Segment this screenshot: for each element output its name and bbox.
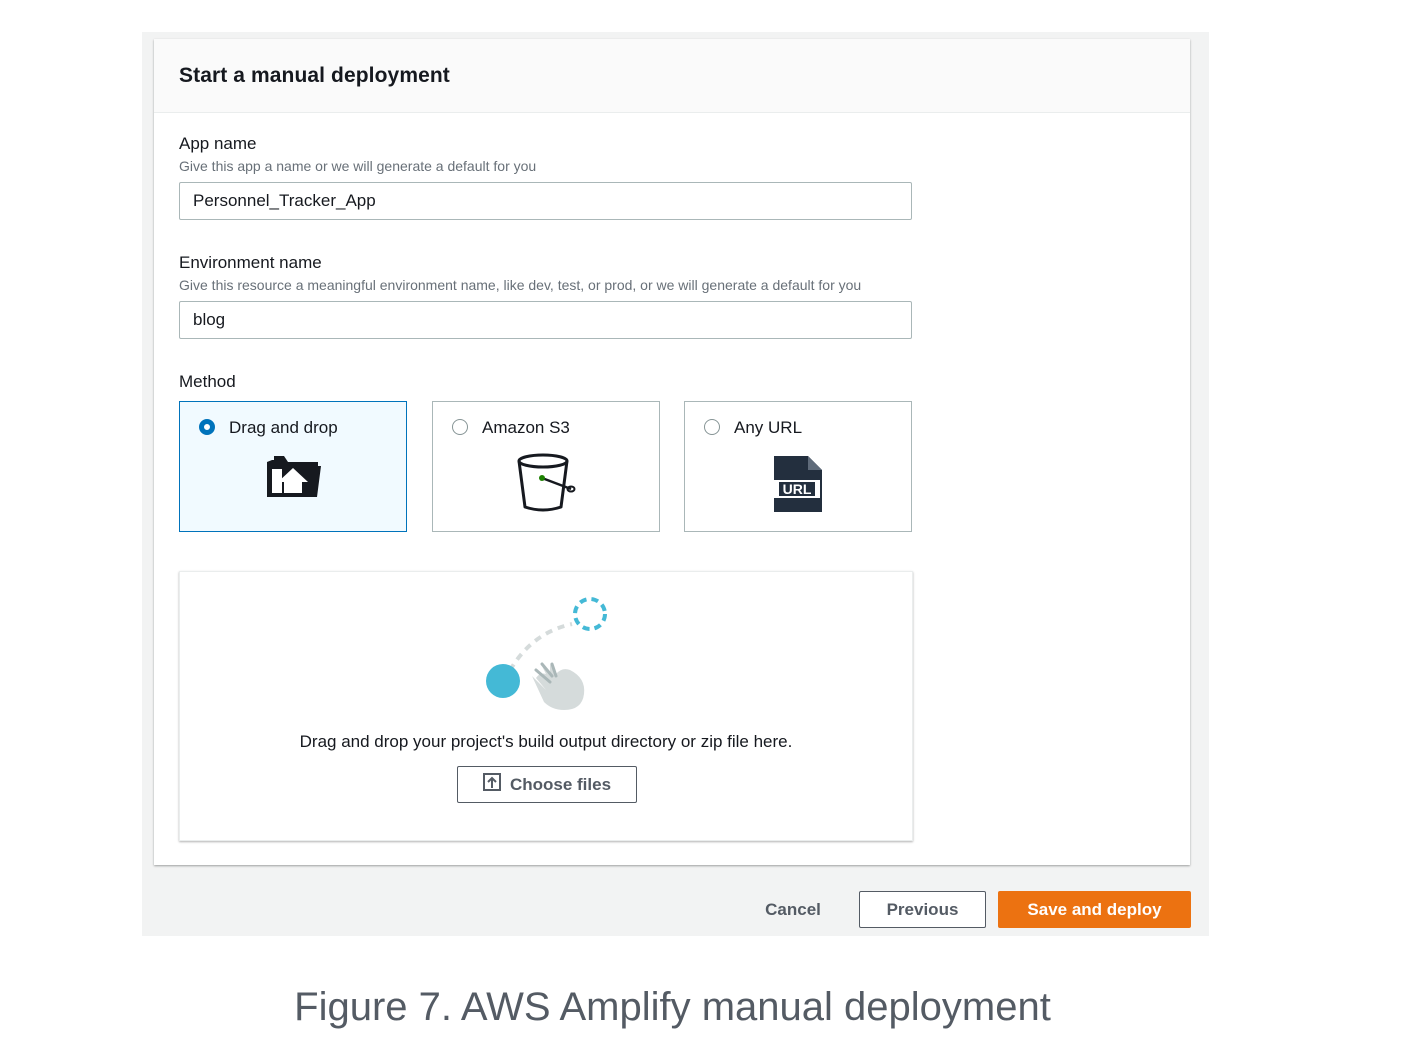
svg-text:URL: URL [783,481,812,497]
dropzone-instructions: Drag and drop your project's build outpu… [299,732,793,751]
environment-name-label: Environment name [179,253,322,272]
method-option-any-url[interactable]: Any URL URL [684,401,912,532]
url-file-icon: URL [772,454,824,519]
deployment-panel: Start a manual deployment App name Give … [154,39,1190,865]
save-and-deploy-button[interactable]: Save and deploy [998,891,1191,928]
app-name-description: Give this app a name or we will generate… [179,158,537,174]
radio-button[interactable] [452,419,468,435]
previous-button[interactable]: Previous [859,891,986,928]
environment-name-input[interactable] [179,301,912,339]
method-option-drag-and-drop[interactable]: Drag and drop [179,401,407,532]
s3-bucket-icon [516,452,576,519]
method-label: Method [179,372,236,391]
app-name-input[interactable] [179,182,912,220]
figure-caption: Figure 7. AWS Amplify manual deployment [294,985,1051,1029]
method-option-label: Amazon S3 [482,418,570,437]
choose-files-label: Choose files [509,774,612,794]
cancel-button[interactable]: Cancel [752,891,834,928]
panel-title: Start a manual deployment [179,63,450,87]
method-option-label: Any URL [734,418,803,437]
radio-button-selected[interactable] [199,419,215,435]
choose-files-button[interactable]: Choose files [457,766,637,803]
app-name-label: App name [179,134,257,153]
panel-header: Start a manual deployment [154,39,1190,113]
drag-gesture-illustration [480,594,612,719]
method-option-label: Drag and drop [229,418,338,437]
environment-name-description: Give this resource a meaningful environm… [179,277,862,293]
method-option-amazon-s3[interactable]: Amazon S3 [432,401,660,532]
file-dropzone[interactable]: Drag and drop your project's build outpu… [179,571,913,841]
folder-upload-icon [264,454,322,505]
radio-button[interactable] [704,419,720,435]
upload-icon [482,773,501,796]
